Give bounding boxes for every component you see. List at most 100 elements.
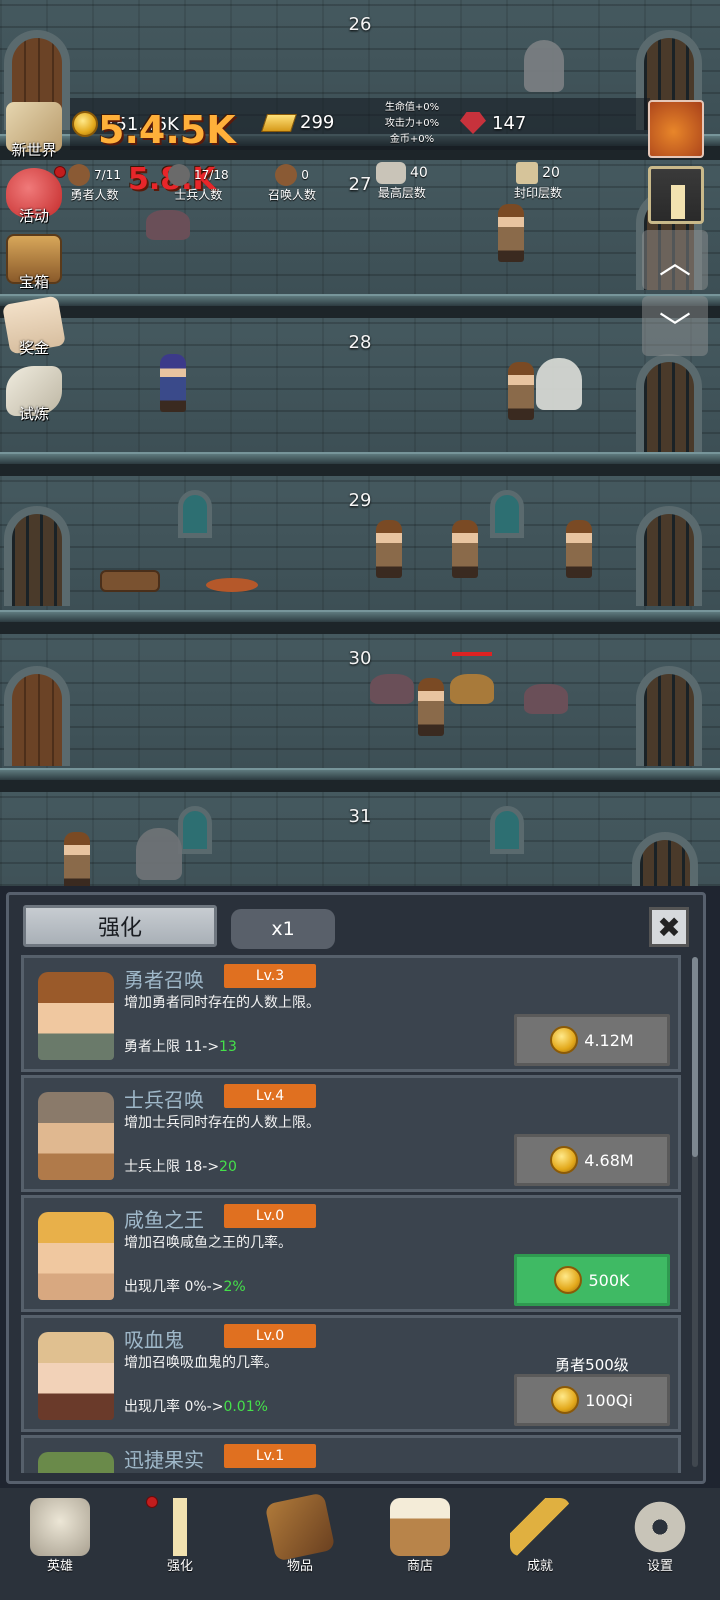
candle-icon	[150, 1498, 210, 1556]
floor-30: 30	[0, 634, 720, 794]
card-title: 士兵召唤	[124, 1088, 204, 1112]
slime-remains	[206, 578, 258, 592]
bat-enemy	[450, 674, 494, 704]
dungeon-scene: 26 27 28 29 30 31 751.46K 5.4.5K 299 生命值…	[0, 0, 720, 886]
list-scrollbar[interactable]	[692, 957, 698, 1467]
wizard-hero-sprite	[160, 354, 186, 412]
nav-items[interactable]: 物品	[240, 1488, 360, 1600]
candle-buff-icon[interactable]	[648, 166, 704, 224]
skull-icon	[30, 1498, 90, 1556]
level-badge: Lv.0	[224, 1324, 316, 1348]
dungeon-door	[4, 666, 70, 766]
buy-button[interactable]: 4.68M	[514, 1134, 670, 1186]
floor-number: 31	[348, 806, 372, 827]
pumpkin-event-icon[interactable]	[648, 100, 704, 158]
side-event-button[interactable]: 活动	[2, 166, 66, 226]
level-badge: Lv.0	[224, 1204, 316, 1228]
scroll-icon	[516, 162, 539, 184]
buy-button[interactable]: 100Qi	[514, 1374, 670, 1426]
coin-icon	[550, 1026, 579, 1054]
upgrade-card-swift-fruit: 迅捷果实 Lv.1	[21, 1435, 681, 1473]
scroll-down-button[interactable]: ﹀	[642, 296, 708, 356]
vampire-portrait	[38, 1332, 114, 1420]
dungeon-gate	[4, 506, 70, 606]
card-description: 增加召唤吸血鬼的几率。	[124, 1355, 278, 1371]
chevron-up-icon: ︿	[658, 243, 691, 281]
hero-sprite	[418, 678, 444, 736]
hero-count-stat: 7/11 勇者人数	[68, 164, 121, 203]
side-bonus-button[interactable]: 奖金	[2, 295, 66, 358]
upgrade-card-vampire: 吸血鬼 Lv.0 增加召唤吸血鬼的几率。 勇者500级 出现几率 0%->0.0…	[21, 1315, 681, 1432]
hero-sprite	[508, 362, 534, 420]
bottom-nav: 英雄 强化 物品 商店 成就 设置	[0, 1488, 720, 1600]
nav-shop[interactable]: 商店	[360, 1488, 480, 1600]
dungeon-gate	[636, 506, 702, 606]
side-chest-button[interactable]: 宝箱	[2, 232, 66, 292]
coin-icon	[72, 111, 98, 137]
side-new-world-button[interactable]: 新世界	[2, 100, 66, 160]
card-description: 增加勇者同时存在的人数上限。	[124, 995, 320, 1011]
card-title: 咸鱼之王	[124, 1208, 204, 1232]
hp-bonus: 生命值+0%	[384, 102, 440, 113]
damage-popup: 5.4.5K	[98, 108, 236, 152]
buy-button[interactable]: 4.12M	[514, 1014, 670, 1066]
card-title: 迅捷果实	[124, 1448, 204, 1472]
level-badge: Lv.4	[224, 1084, 316, 1108]
dungeon-window	[490, 490, 524, 538]
gold-bonus: 金币+0%	[389, 134, 435, 145]
summon-count-stat: 0 召唤人数	[268, 164, 316, 203]
card-title: 吸血鬼	[124, 1328, 184, 1352]
card-title: 勇者召唤	[124, 968, 204, 992]
crate-prop	[100, 570, 160, 592]
bonus-stats: 生命值+0% 攻击力+0% 金币+0%	[372, 100, 452, 148]
coin-icon	[554, 1266, 583, 1294]
gem-amount: 147	[492, 112, 527, 134]
side-trial-button[interactable]: 试炼	[2, 364, 66, 424]
card-description: 增加士兵同时存在的人数上限。	[124, 1115, 320, 1131]
gem-icon	[460, 112, 486, 134]
max-floor-stat: 40 最高层数	[376, 162, 428, 201]
scrollbar-thumb[interactable]	[692, 957, 698, 1157]
hero-sprite	[376, 520, 402, 578]
scroll-up-button[interactable]: ︿	[642, 230, 708, 290]
summon-face-icon	[275, 164, 298, 186]
upgrade-card-soldier-summon: 士兵召唤 Lv.4 增加士兵同时存在的人数上限。 士兵上限 18->20 4.6…	[21, 1075, 681, 1192]
bat-enemy	[146, 210, 190, 240]
close-button[interactable]: ✖	[649, 907, 689, 947]
notification-dot	[54, 166, 66, 178]
hero-sprite	[498, 204, 524, 262]
multiplier-toggle[interactable]: x1	[231, 909, 335, 949]
gear-icon	[630, 1498, 690, 1556]
wraith-enemy	[524, 40, 564, 92]
soldier-face-icon	[168, 164, 190, 186]
nav-achievements[interactable]: 成就	[480, 1488, 600, 1600]
chevron-down-icon: ﹀	[658, 309, 691, 347]
upgrade-list[interactable]: 勇者召唤 Lv.3 增加勇者同时存在的人数上限。 勇者上限 11->13 4.1…	[21, 955, 687, 1473]
hero-sprite	[566, 520, 592, 578]
card-effect: 出现几率 0%->2%	[124, 1279, 246, 1295]
nav-settings[interactable]: 设置	[600, 1488, 720, 1600]
hero-portrait	[38, 972, 114, 1060]
nav-heroes[interactable]: 英雄	[0, 1488, 120, 1600]
gold-bar-counter: 299	[261, 112, 334, 133]
mug-icon	[390, 1498, 450, 1556]
card-description: 增加召唤咸鱼之王的几率。	[124, 1235, 292, 1251]
floor-number: 29	[348, 490, 372, 511]
floor-number: 28	[348, 332, 372, 353]
coin-icon	[550, 1146, 579, 1174]
notification-dot	[146, 1496, 158, 1508]
buy-button[interactable]: 500K	[514, 1254, 670, 1306]
hero-sprite	[64, 832, 90, 886]
card-effect: 士兵上限 18->20	[124, 1159, 237, 1175]
tab-upgrade[interactable]: 强化	[23, 905, 217, 947]
soldier-portrait	[38, 1092, 114, 1180]
gold-bar-icon	[261, 113, 297, 132]
nav-upgrade[interactable]: 强化	[120, 1488, 240, 1600]
level-badge: Lv.1	[224, 1444, 316, 1468]
floor-31: 31	[0, 792, 720, 886]
upgrade-card-hero-summon: 勇者召唤 Lv.3 增加勇者同时存在的人数上限。 勇者上限 11->13 4.1…	[21, 955, 681, 1072]
dungeon-gate	[636, 666, 702, 766]
upgrade-card-salted-fish-king: 咸鱼之王 Lv.0 增加召唤咸鱼之王的几率。 出现几率 0%->2% 500K	[21, 1195, 681, 1312]
wraith-enemy	[136, 828, 182, 880]
attack-bonus: 攻击力+0%	[384, 118, 440, 129]
